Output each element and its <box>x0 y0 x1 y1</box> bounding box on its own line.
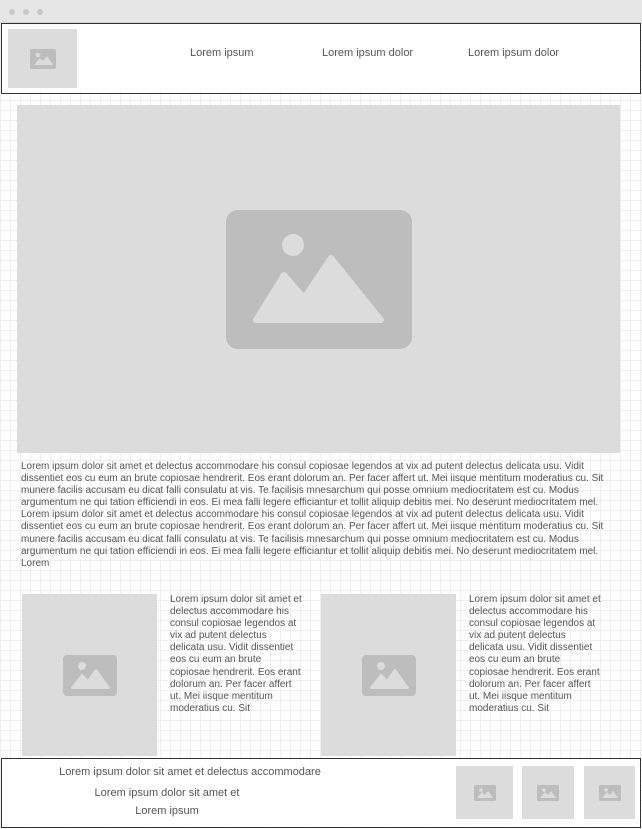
card-text-2: Lorem ipsum dolor sit amet et delectus a… <box>469 594 601 714</box>
site-footer: Lorem ipsum dolor sit amet et delectus a… <box>1 758 641 828</box>
footer-line-3: Lorem ipsum <box>135 805 199 817</box>
body-paragraph: Lorem ipsum dolor sit amet et delectus a… <box>21 461 604 569</box>
card-text-1: Lorem ipsum dolor sit amet et delectus a… <box>170 594 302 714</box>
image-placeholder-icon <box>473 784 496 801</box>
image-placeholder-icon <box>537 784 559 801</box>
image-placeholder-icon <box>29 48 56 69</box>
main-content: Lorem ipsum dolor sit amet et delectus a… <box>0 95 642 758</box>
image-placeholder-icon <box>62 654 117 696</box>
nav-link-2[interactable]: Lorem ipsum dolor <box>322 47 413 59</box>
footer-thumbnail-1[interactable] <box>456 766 513 819</box>
close-dot[interactable] <box>9 9 15 15</box>
minimize-dot[interactable] <box>23 9 29 15</box>
hero-image <box>17 105 620 453</box>
footer-line-1: Lorem ipsum dolor sit amet et delectus a… <box>59 766 321 778</box>
image-placeholder-icon <box>361 654 416 696</box>
logo[interactable] <box>8 29 77 88</box>
card-image-1 <box>22 594 157 756</box>
footer-thumbnail-2[interactable] <box>522 766 574 819</box>
footer-thumbnail-3[interactable] <box>584 766 635 819</box>
site-header: Lorem ipsum Lorem ipsum dolor Lorem ipsu… <box>1 23 641 94</box>
card-image-2 <box>321 594 456 756</box>
window-titlebar <box>0 0 642 23</box>
nav-link-1[interactable]: Lorem ipsum <box>190 47 254 59</box>
footer-line-2: Lorem ipsum dolor sit amet et <box>94 787 240 799</box>
nav-link-3[interactable]: Lorem ipsum dolor <box>468 47 559 59</box>
image-placeholder-icon <box>225 209 412 349</box>
maximize-dot[interactable] <box>37 9 43 15</box>
image-placeholder-icon <box>598 784 621 801</box>
